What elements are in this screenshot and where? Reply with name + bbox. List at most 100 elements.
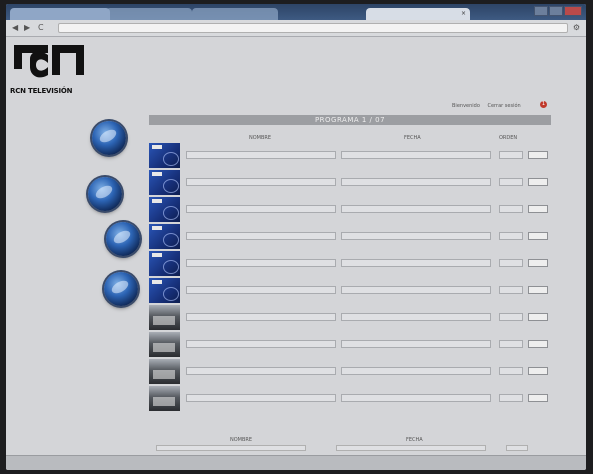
program-name-input[interactable] — [186, 394, 336, 402]
program-thumbnail[interactable] — [149, 143, 180, 168]
search-name-input[interactable] — [156, 445, 306, 451]
program-thumbnail[interactable] — [149, 386, 180, 411]
program-date-input[interactable] — [341, 259, 491, 267]
program-thumbnail[interactable] — [149, 332, 180, 357]
program-thumbnail[interactable] — [149, 197, 180, 222]
program-name-input[interactable] — [186, 259, 336, 267]
welcome-link[interactable]: Bienvenido — [452, 103, 480, 109]
program-date-input[interactable] — [341, 313, 491, 321]
notification-badge[interactable]: 1 — [540, 101, 547, 108]
monitor-screen: × ◀ ▶ C ⚙ RCN TELEVISIÓN Bienvenido Cerr… — [6, 4, 586, 470]
program-date-input[interactable] — [341, 151, 491, 159]
program-name-input[interactable] — [186, 340, 336, 348]
program-action-button[interactable] — [528, 232, 548, 240]
address-bar[interactable] — [58, 23, 568, 33]
program-date-input[interactable] — [341, 205, 491, 213]
program-row — [149, 142, 551, 169]
col-header-name: NOMBRE — [249, 135, 272, 141]
program-action-button[interactable] — [528, 151, 548, 159]
browser-tab[interactable] — [10, 8, 110, 20]
program-order-input[interactable] — [499, 232, 523, 240]
program-rows — [149, 142, 551, 412]
program-action-button[interactable] — [528, 178, 548, 186]
column-headers: NOMBRE FECHA ORDEN — [149, 134, 551, 142]
sidebar — [36, 107, 146, 417]
program-order-input[interactable] — [499, 313, 523, 321]
browser-tab[interactable] — [106, 8, 192, 20]
browser-toolbar: ◀ ▶ C ⚙ — [6, 20, 586, 37]
program-order-input[interactable] — [499, 367, 523, 375]
logout-link[interactable]: Cerrar sesión — [487, 103, 520, 109]
panel-title: PROGRAMA 1 / 07 — [149, 115, 551, 125]
program-action-button[interactable] — [528, 259, 548, 267]
program-date-input[interactable] — [341, 178, 491, 186]
minimize-button[interactable] — [534, 6, 548, 16]
globe-icon[interactable] — [106, 222, 140, 256]
program-thumbnail[interactable] — [149, 278, 180, 303]
search-date-input[interactable] — [336, 445, 486, 451]
program-order-input[interactable] — [499, 394, 523, 402]
program-name-input[interactable] — [186, 286, 336, 294]
program-row — [149, 304, 551, 331]
col-header-date: FECHA — [404, 135, 421, 141]
program-name-input[interactable] — [186, 205, 336, 213]
program-row — [149, 277, 551, 304]
program-order-input[interactable] — [499, 286, 523, 294]
reload-icon[interactable]: C — [38, 23, 44, 32]
user-links: Bienvenido Cerrar sesión — [452, 103, 527, 109]
globe-icon[interactable] — [88, 177, 122, 211]
program-row — [149, 331, 551, 358]
globe-icon[interactable] — [92, 121, 126, 155]
program-thumbnail[interactable] — [149, 359, 180, 384]
program-row — [149, 250, 551, 277]
program-order-input[interactable] — [499, 151, 523, 159]
browser-tab[interactable] — [192, 8, 278, 20]
globe-icon[interactable] — [104, 272, 138, 306]
maximize-button[interactable] — [549, 6, 563, 16]
program-order-input[interactable] — [499, 340, 523, 348]
program-action-button[interactable] — [528, 205, 548, 213]
close-tab-icon[interactable]: × — [461, 8, 466, 20]
window-controls — [534, 6, 582, 16]
back-arrow-icon[interactable]: ◀ — [12, 23, 18, 32]
program-date-input[interactable] — [341, 340, 491, 348]
program-action-button[interactable] — [528, 367, 548, 375]
browser-tabstrip: × — [6, 4, 586, 20]
program-order-input[interactable] — [499, 259, 523, 267]
program-thumbnail[interactable] — [149, 224, 180, 249]
program-thumbnail[interactable] — [149, 170, 180, 195]
browser-tab-active[interactable]: × — [366, 8, 470, 20]
page-content: RCN TELEVISIÓN Bienvenido Cerrar sesión … — [6, 37, 586, 455]
forward-arrow-icon[interactable]: ▶ — [24, 23, 30, 32]
logo-text: RCN TELEVISIÓN — [10, 87, 73, 95]
program-name-input[interactable] — [186, 367, 336, 375]
program-action-button[interactable] — [528, 394, 548, 402]
program-row — [149, 196, 551, 223]
wrench-icon[interactable]: ⚙ — [573, 23, 580, 32]
program-name-input[interactable] — [186, 151, 336, 159]
program-order-input[interactable] — [499, 205, 523, 213]
program-thumbnail[interactable] — [149, 305, 180, 330]
program-date-input[interactable] — [341, 286, 491, 294]
program-date-input[interactable] — [341, 232, 491, 240]
program-row — [149, 385, 551, 412]
search-col-name: NOMBRE — [230, 437, 253, 443]
program-order-input[interactable] — [499, 178, 523, 186]
program-action-button[interactable] — [528, 286, 548, 294]
program-name-input[interactable] — [186, 313, 336, 321]
search-button[interactable] — [506, 445, 528, 451]
program-name-input[interactable] — [186, 232, 336, 240]
program-date-input[interactable] — [341, 394, 491, 402]
section-title — [149, 127, 551, 134]
program-action-button[interactable] — [528, 313, 548, 321]
program-thumbnail[interactable] — [149, 251, 180, 276]
program-name-input[interactable] — [186, 178, 336, 186]
program-row — [149, 169, 551, 196]
program-action-button[interactable] — [528, 340, 548, 348]
program-date-input[interactable] — [341, 367, 491, 375]
program-panel: PROGRAMA 1 / 07 NOMBRE FECHA ORDEN — [149, 115, 551, 412]
status-bar — [6, 455, 586, 470]
rcn-logo: RCN TELEVISIÓN — [8, 41, 98, 101]
program-row — [149, 223, 551, 250]
close-window-button[interactable] — [564, 6, 582, 16]
